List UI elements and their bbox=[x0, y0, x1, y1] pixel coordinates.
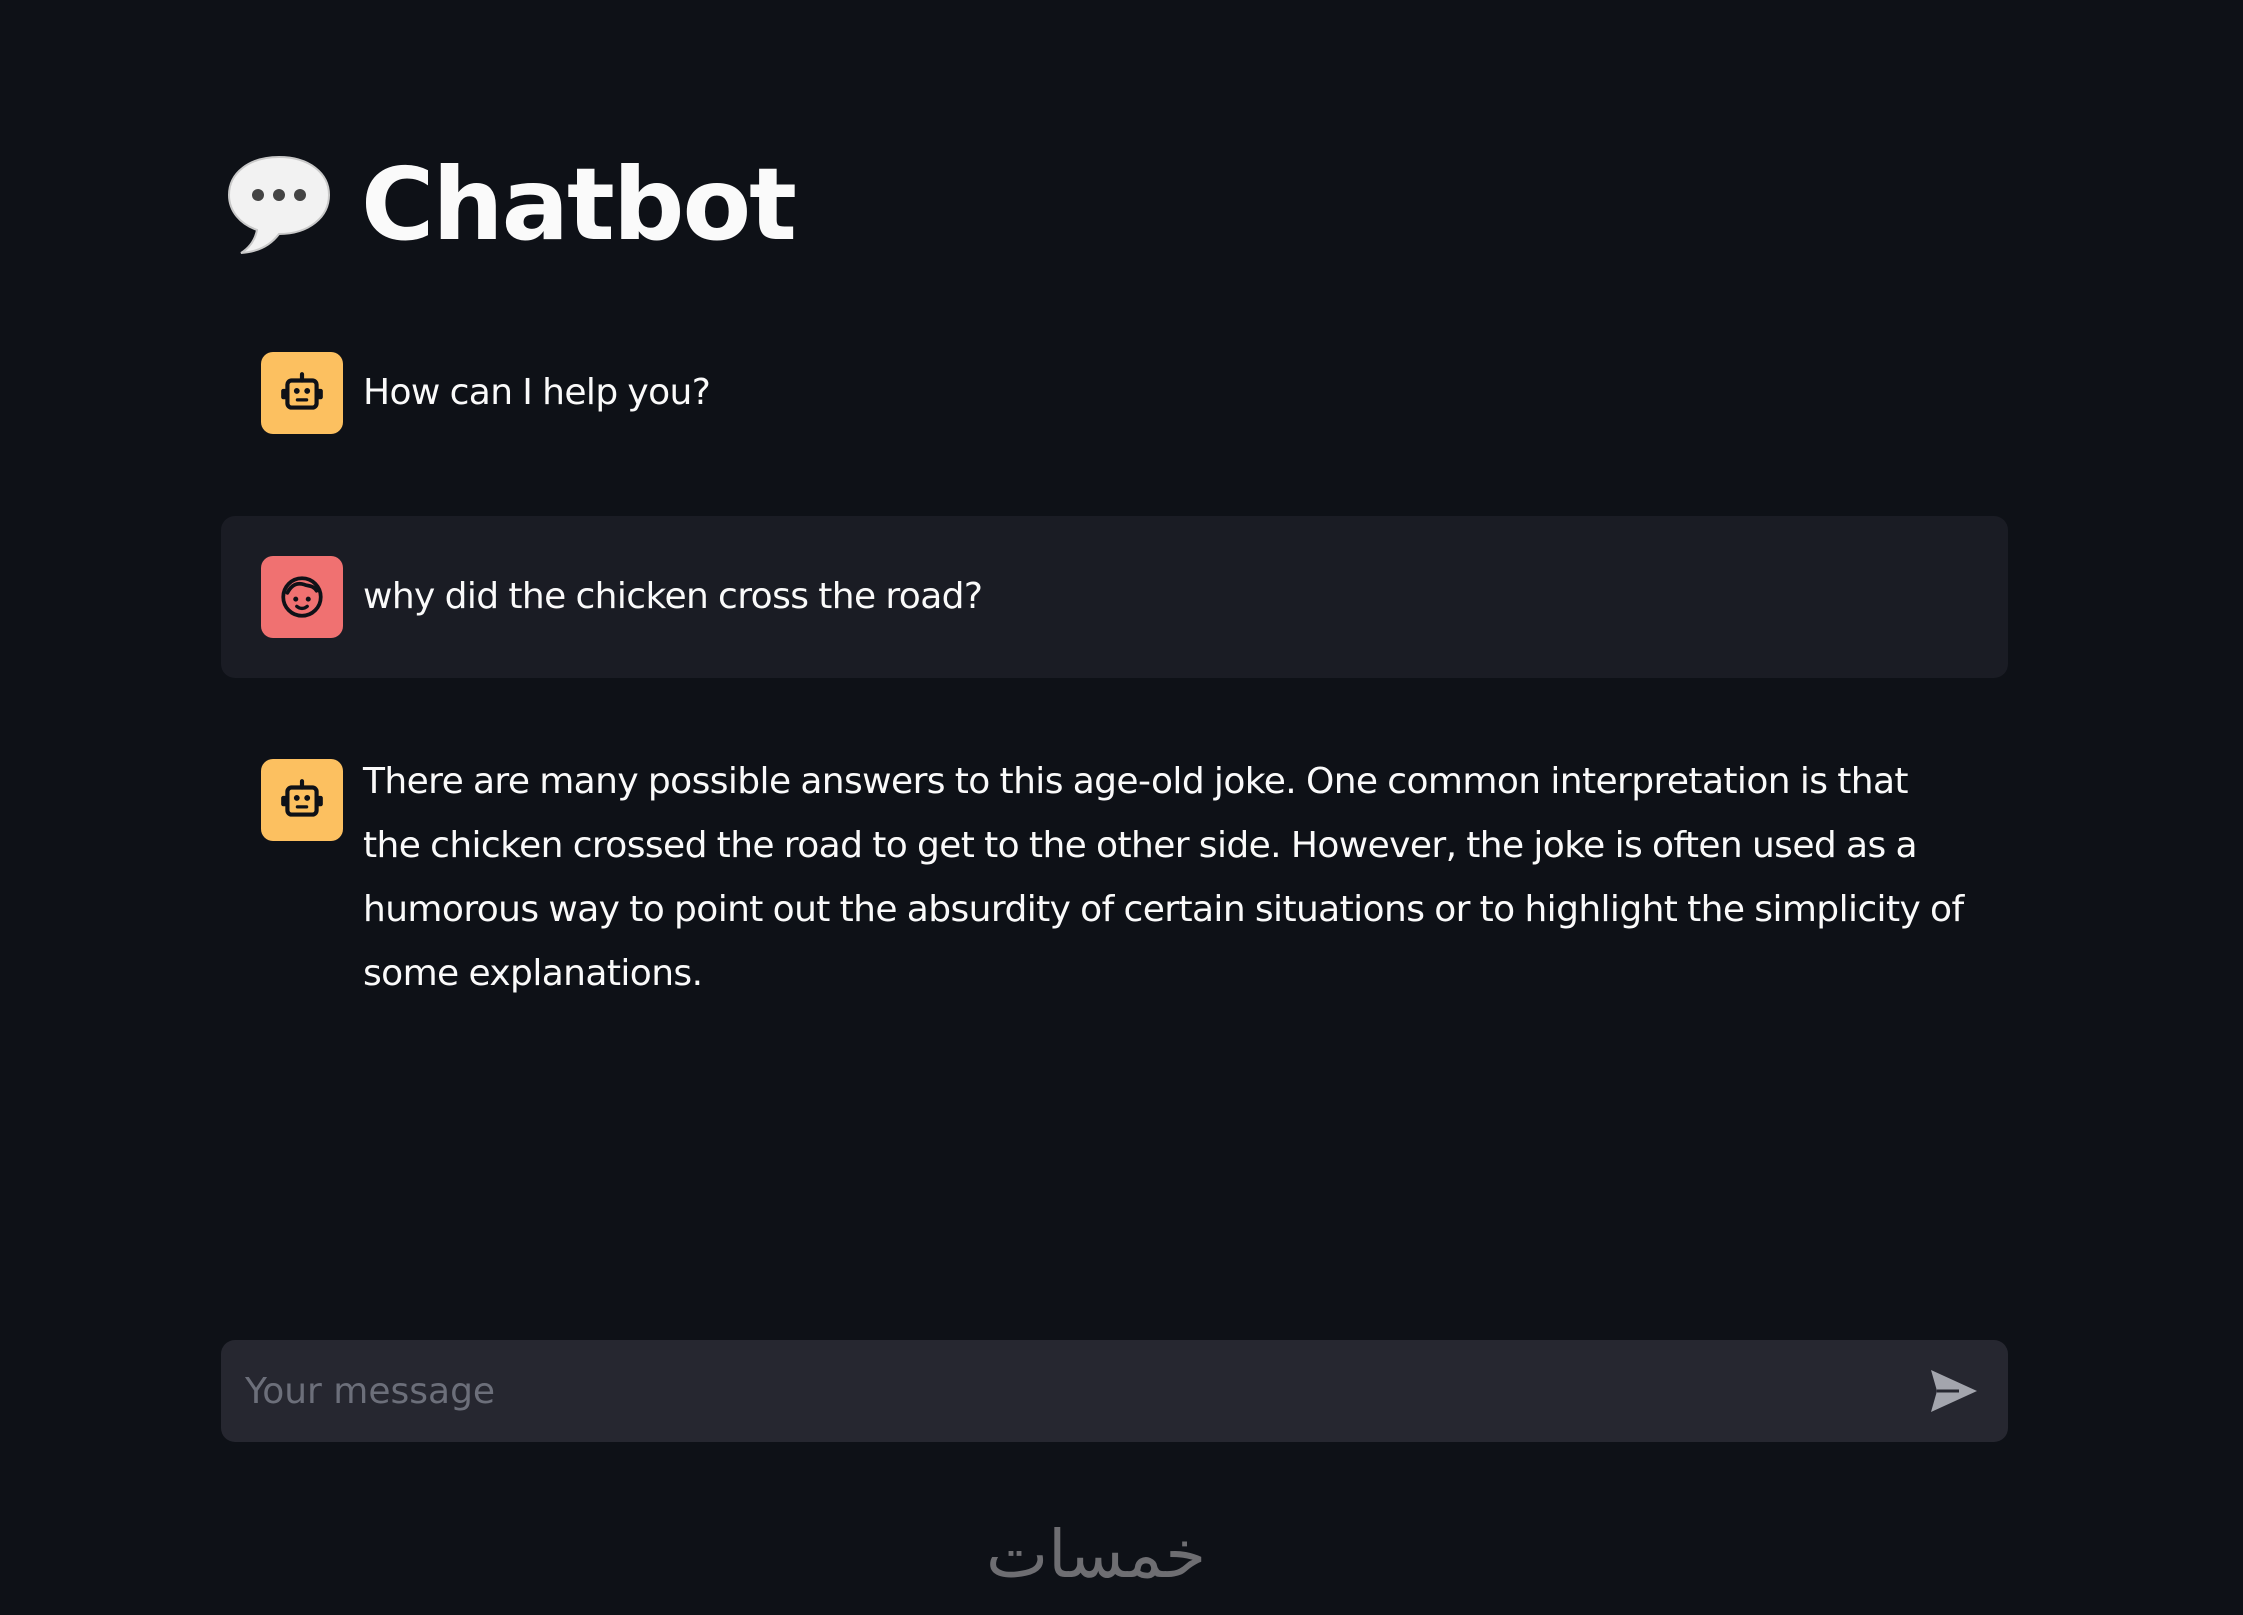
chat-message-assistant: There are many possible answers to this … bbox=[221, 759, 2008, 1019]
assistant-avatar bbox=[261, 352, 343, 434]
assistant-avatar bbox=[261, 759, 343, 841]
robot-icon bbox=[281, 779, 323, 817]
send-icon bbox=[1931, 1370, 1977, 1412]
main-container: Chatbot How can I help you? why did the … bbox=[221, 0, 2008, 1615]
user-face-icon bbox=[281, 576, 323, 618]
chat-message-assistant: How can I help you? bbox=[221, 352, 2008, 434]
speech-bubble-icon bbox=[227, 155, 331, 254]
robot-icon bbox=[281, 372, 323, 410]
chat-message-user: why did the chicken cross the road? bbox=[221, 516, 2008, 678]
message-input[interactable] bbox=[245, 1361, 1924, 1421]
message-text: How can I help you? bbox=[363, 372, 711, 413]
watermark-logo: خمسات bbox=[986, 1516, 1207, 1593]
page-title: Chatbot bbox=[361, 146, 797, 263]
message-text: why did the chicken cross the road? bbox=[363, 576, 983, 617]
page-header: Chatbot bbox=[221, 140, 797, 270]
send-button[interactable] bbox=[1924, 1361, 1984, 1421]
chat-input-bar bbox=[221, 1340, 2008, 1442]
message-text: There are many possible answers to this … bbox=[363, 761, 1964, 994]
user-avatar bbox=[261, 556, 343, 638]
